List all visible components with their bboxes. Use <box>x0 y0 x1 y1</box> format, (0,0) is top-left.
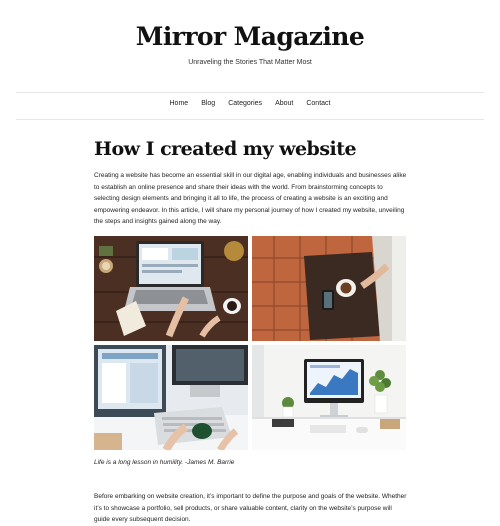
nav-divider <box>16 119 484 120</box>
main-nav: Home Blog Categories About Contact <box>0 100 500 107</box>
site-title[interactable]: Mirror Magazine <box>0 22 500 51</box>
image-caption: Life is a long lesson in humility. -Jame… <box>94 459 235 466</box>
post-title: How I created my website <box>94 138 357 160</box>
site-tagline: Unraveling the Stories That Matter Most <box>188 59 312 66</box>
header-divider <box>16 92 484 93</box>
nav-item-home[interactable]: Home <box>170 100 189 107</box>
tile-floor-coffee-photo <box>252 236 406 341</box>
nav-item-blog[interactable]: Blog <box>201 100 215 107</box>
nav-item-about[interactable]: About <box>275 100 293 107</box>
nav-item-contact[interactable]: Contact <box>306 100 330 107</box>
post-intro: Creating a website has become an essenti… <box>94 172 407 226</box>
nav-item-categories[interactable]: Categories <box>228 100 262 107</box>
post-paragraph: Before embarking on website creation, it… <box>94 493 407 524</box>
imac-keyboard-photo <box>94 345 248 450</box>
white-desk-imac-photo <box>252 345 406 450</box>
laptop-desk-photo <box>94 236 248 341</box>
